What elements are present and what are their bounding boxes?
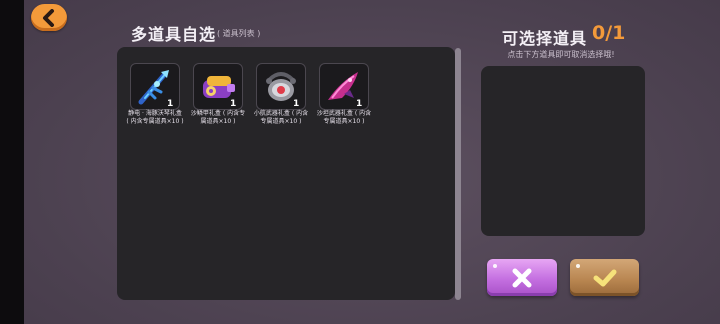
page-subtitle: ( 道具列表 ) (217, 29, 261, 38)
sparkle-decoration (576, 264, 580, 268)
item-count: 1 (293, 99, 300, 109)
item-count: 1 (167, 99, 174, 109)
list-item[interactable]: 1 静电 · 海豚沃琴礼盒 ( 内含专属道具×10 ) (126, 63, 186, 133)
list-item[interactable]: 1 沙鳞甲礼盒 ( 内含专 属道具×10 ) (191, 63, 249, 133)
item-list-scrollbar[interactable] (455, 48, 461, 300)
list-item[interactable]: 1 小航武器礼盒 ( 内含 专属道具×10 ) (254, 63, 312, 133)
item-count: 1 (230, 99, 237, 109)
chevron-left-icon (43, 8, 54, 27)
sparkle-decoration (493, 264, 497, 268)
item-count: 1 (356, 99, 363, 109)
cancel-button[interactable] (487, 259, 557, 296)
checkmark-icon (593, 269, 616, 286)
selected-items-panel (481, 66, 645, 236)
selection-title: 可选择道具 (502, 29, 588, 48)
item-name: 静电 · 海豚沃琴礼盒 ( 内含专属道具×10 ) (126, 110, 184, 125)
page-title: 多道具自选 (131, 25, 217, 44)
list-item[interactable]: 1 沙坦武器礼盒 ( 内含 专属道具×10 ) (317, 63, 375, 133)
item-name: 小航武器礼盒 ( 内含 专属道具×10 ) (253, 110, 309, 125)
back-button[interactable] (31, 4, 67, 31)
close-icon (512, 268, 532, 287)
selection-hint: 点击下方道具即可取消选择哦! (507, 50, 615, 59)
selection-count: 0/1 (592, 22, 626, 44)
screen-left-edge (0, 0, 24, 324)
item-name: 沙鳞甲礼盒 ( 内含专 属道具×10 ) (190, 110, 246, 125)
item-name: 沙坦武器礼盒 ( 内含 专属道具×10 ) (316, 110, 372, 125)
confirm-button[interactable] (570, 259, 639, 296)
